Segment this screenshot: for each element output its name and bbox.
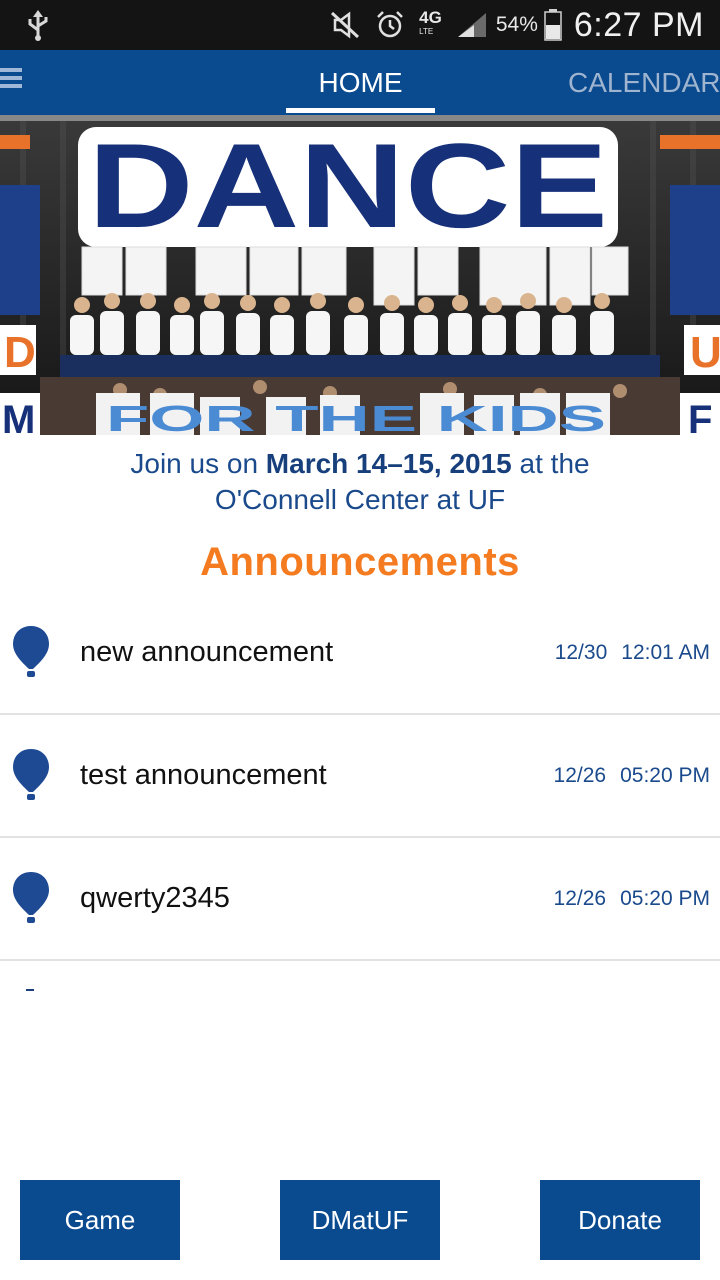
active-tab-indicator xyxy=(286,108,435,113)
battery-percent: 54% xyxy=(495,13,538,36)
svg-text:M: M xyxy=(2,398,35,435)
signal-icon xyxy=(456,11,488,39)
announcement-item[interactable]: qwerty2345 12/26 05:20 PM xyxy=(0,838,720,961)
usb-icon xyxy=(26,10,50,47)
tab-calendar-label: CALENDAR xyxy=(568,66,720,98)
donate-button[interactable]: Donate xyxy=(540,1180,700,1260)
svg-text:F: F xyxy=(688,398,712,435)
svg-text:D: D xyxy=(4,328,36,377)
announcements-list: new announcement 12/30 12:01 AM test ann… xyxy=(0,592,720,961)
balloon-icon xyxy=(12,870,50,931)
balloon-icon xyxy=(12,747,50,808)
game-button[interactable]: Game xyxy=(20,1180,180,1260)
announcement-item[interactable]: new announcement 12/30 12:01 AM xyxy=(0,592,720,715)
hamburger-menu-icon[interactable] xyxy=(0,64,22,100)
event-prefix: Join us on xyxy=(130,448,266,479)
hero-banner-text: DANCE xyxy=(88,119,608,253)
announcement-timestamp: 12/26 05:20 PM xyxy=(553,886,710,910)
hero-signs-text: FOR THE KIDS xyxy=(106,398,606,435)
tab-calendar[interactable]: CALENDAR xyxy=(560,50,720,115)
bottom-button-bar: Game DMatUF Donate xyxy=(0,1180,720,1260)
announcement-timestamp: 12/30 12:01 AM xyxy=(554,640,710,664)
tab-home[interactable]: HOME xyxy=(286,50,435,115)
event-suffix: at the xyxy=(511,448,590,479)
balloon-icon xyxy=(12,624,50,685)
announcement-item[interactable]: test announcement 12/26 05:20 PM xyxy=(0,715,720,838)
announcements-heading: Announcements xyxy=(200,540,520,584)
hero-image: DANCE D M U F FOR THE KIDS xyxy=(0,115,720,435)
loading-indicator xyxy=(26,989,34,991)
mute-icon xyxy=(329,10,361,40)
network-4g-icon: 4G LTE xyxy=(419,8,442,36)
svg-text:U: U xyxy=(690,328,720,377)
announcement-title: new announcement xyxy=(80,636,334,668)
announcement-timestamp: 12/26 05:20 PM xyxy=(553,763,710,787)
dmatuf-button[interactable]: DMatUF xyxy=(280,1180,440,1260)
event-location: O'Connell Center at UF xyxy=(214,484,506,515)
status-bar: 4G LTE 54% 6:27 PM xyxy=(0,0,720,50)
clock: 6:27 PM xyxy=(573,5,704,44)
app-bar: HOME CALENDAR xyxy=(0,50,720,115)
event-info: Join us on March 14–15, 2015 at the O'Co… xyxy=(0,446,720,518)
announcement-title: qwerty2345 xyxy=(80,882,230,914)
alarm-icon xyxy=(375,10,405,40)
announcement-title: test announcement xyxy=(80,759,327,791)
tab-home-label: HOME xyxy=(318,66,403,98)
battery-icon xyxy=(544,9,562,41)
event-dates: March 14–15, 2015 xyxy=(265,448,512,479)
